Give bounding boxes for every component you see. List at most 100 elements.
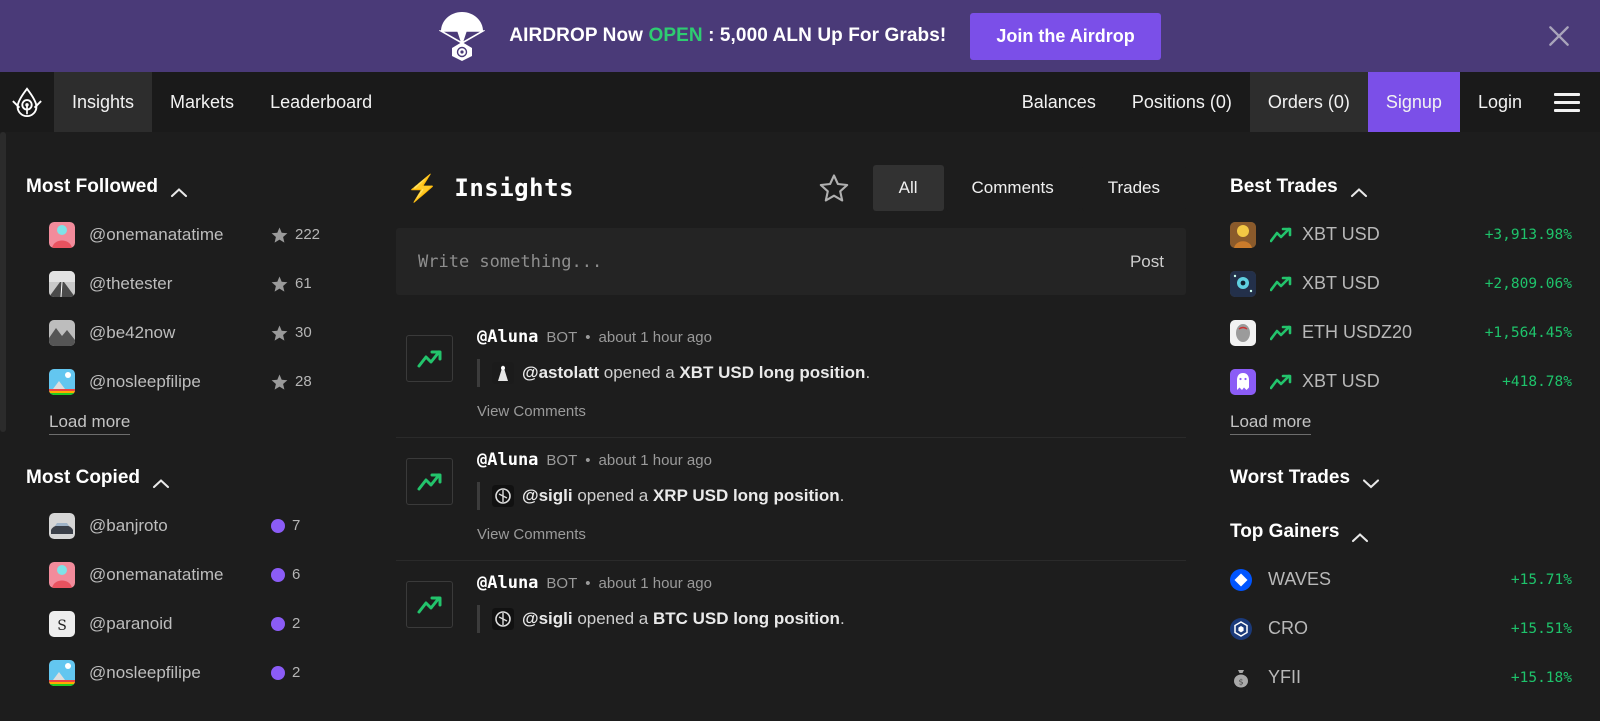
most-followed-header[interactable]: Most Followed: [26, 176, 396, 198]
trade-pair: XBT USD: [1302, 273, 1380, 293]
feed-item-action: opened a: [572, 609, 653, 628]
nav-item-markets[interactable]: Markets: [152, 72, 252, 132]
copy-dot-icon: [271, 616, 285, 631]
follower-count-value: 30: [295, 324, 312, 341]
list-item[interactable]: @banjroto 7: [26, 501, 371, 550]
feed-item-period: .: [865, 363, 871, 382]
worst-trades-header[interactable]: Worst Trades: [1230, 467, 1600, 489]
feed-item-timestamp: about 1 hour ago: [598, 452, 712, 469]
airdrop-text-after: : 5,000 ALN Up For Grabs!: [702, 25, 947, 46]
list-item[interactable]: XBT USD +3,913.98%: [1212, 210, 1600, 259]
most-copied-header[interactable]: Most Copied: [26, 467, 396, 489]
list-item[interactable]: ETH USDZ20 +1,564.45%: [1212, 308, 1600, 357]
feed-item-author[interactable]: @Aluna: [477, 573, 538, 593]
nav-item-signup[interactable]: Signup: [1367, 72, 1460, 132]
follower-count: 61: [271, 275, 371, 292]
airdrop-text-before: AIRDROP Now: [509, 25, 649, 46]
nav-item-orders[interactable]: Orders (0): [1249, 72, 1368, 132]
widget-most-followed: Most Followed @onemanatatime 222 @thetes…: [26, 176, 396, 435]
best-trades-header[interactable]: Best Trades: [1230, 176, 1600, 198]
copy-count-value: 6: [292, 566, 301, 583]
tab-all[interactable]: All: [872, 165, 944, 211]
list-item[interactable]: @onemanatatime 222: [26, 210, 371, 259]
list-item[interactable]: XBT USD +418.78%: [1212, 357, 1600, 406]
star-outline-icon[interactable]: [819, 173, 849, 203]
feed-item-period: .: [839, 609, 845, 628]
widget-worst-trades: Worst Trades: [1212, 467, 1600, 489]
list-item[interactable]: $ YFII +15.18%: [1212, 653, 1600, 702]
copy-count-value: 2: [292, 664, 301, 681]
avatar: [49, 270, 75, 297]
tab-comments[interactable]: Comments: [945, 165, 1080, 211]
most-copied-title: Most Copied: [26, 467, 140, 488]
feed-item-badge: BOT: [546, 452, 578, 469]
feed-item-text: @sigli opened a BTC USD long position.: [522, 609, 845, 629]
join-airdrop-button[interactable]: Join the Airdrop: [970, 12, 1161, 60]
feed-item-actor[interactable]: @sigli: [522, 486, 573, 505]
trade-pair: ETH USDZ20: [1302, 322, 1413, 342]
list-item[interactable]: @onemanatatime 6: [26, 550, 371, 599]
widget-best-trades: Best Trades XBT USD +3,913.98% XBT USD +…: [1212, 176, 1600, 435]
nav-item-leaderboard[interactable]: Leaderboard: [252, 72, 390, 132]
feed-item-subject: XBT USD long position: [679, 363, 866, 382]
feed-item-author[interactable]: @Aluna: [477, 327, 538, 347]
cro-coin-icon: [1230, 617, 1252, 640]
avatar: [49, 512, 75, 539]
insights-feed: @Aluna BOT • about 1 hour ago @astolatt …: [396, 315, 1186, 649]
list-item[interactable]: @nosleepfilipe 2: [26, 648, 371, 697]
feed-item: @Aluna BOT • about 1 hour ago @sigli ope…: [396, 437, 1186, 560]
copy-count: 2: [271, 664, 371, 681]
view-comments-link[interactable]: View Comments: [477, 526, 586, 543]
list-item[interactable]: XBT USD +2,809.06%: [1212, 259, 1600, 308]
feed-item-body: @Aluna BOT • about 1 hour ago @sigli ope…: [477, 573, 1186, 633]
feed-item-badge: BOT: [546, 329, 578, 346]
post-button[interactable]: Post: [1130, 252, 1164, 272]
feed-item-meta: @Aluna BOT • about 1 hour ago: [477, 327, 1186, 347]
list-item[interactable]: @thetester 61: [26, 259, 371, 308]
list-item[interactable]: CRO +15.51%: [1212, 604, 1600, 653]
airdrop-banner: AIRDROP Now OPEN : 5,000 ALN Up For Grab…: [0, 0, 1600, 72]
hamburger-menu-icon[interactable]: [1540, 72, 1600, 132]
feed-item-actor[interactable]: @astolatt: [522, 363, 599, 382]
coin-pct: +15.18%: [1510, 669, 1572, 686]
list-item[interactable]: @nosleepfilipe 28: [26, 357, 371, 406]
page-content: Most Followed @onemanatatime 222 @thetes…: [0, 132, 1600, 721]
follower-count-value: 61: [295, 275, 312, 292]
trend-up-icon: [406, 458, 453, 505]
parachute-icon: [438, 10, 487, 62]
username: @nosleepfilipe: [89, 371, 201, 391]
trend-up-icon: [1269, 226, 1292, 244]
nav-item-insights[interactable]: Insights: [54, 72, 153, 132]
most-followed-load-more[interactable]: Load more: [49, 412, 131, 435]
copy-dot-icon: [271, 665, 285, 680]
follower-count-value: 222: [295, 226, 321, 243]
nav-item-balances[interactable]: Balances: [1004, 72, 1114, 132]
trade-pair: XBT USD: [1302, 224, 1380, 244]
avatar: [49, 319, 75, 346]
copy-count: 7: [271, 517, 371, 534]
aluna-logo-icon[interactable]: [0, 72, 54, 132]
page-title: Insights: [454, 174, 574, 202]
feed-item-actor[interactable]: @sigli: [522, 609, 573, 628]
follower-count-value: 28: [295, 373, 312, 390]
feed-item-separator: •: [585, 575, 591, 592]
view-comments-link[interactable]: View Comments: [477, 403, 586, 420]
post-composer-input[interactable]: [418, 251, 1130, 272]
feed-item-author[interactable]: @Aluna: [477, 450, 538, 470]
avatar: [492, 608, 514, 630]
list-item[interactable]: @be42now 30: [26, 308, 371, 357]
copy-count: 2: [271, 615, 371, 632]
nav-item-login[interactable]: Login: [1460, 72, 1540, 132]
chevron-up-icon: [1350, 182, 1368, 197]
best-trades-load-more[interactable]: Load more: [1230, 412, 1312, 435]
top-gainers-header[interactable]: Top Gainers: [1230, 521, 1600, 543]
nav-item-positions[interactable]: Positions (0): [1114, 72, 1250, 132]
avatar: [492, 485, 514, 507]
list-item[interactable]: S @paranoid 2: [26, 599, 371, 648]
close-icon[interactable]: [1544, 21, 1574, 51]
list-item[interactable]: WAVES +15.71%: [1212, 555, 1600, 604]
star-icon: [271, 325, 288, 341]
tab-trades[interactable]: Trades: [1081, 165, 1186, 211]
